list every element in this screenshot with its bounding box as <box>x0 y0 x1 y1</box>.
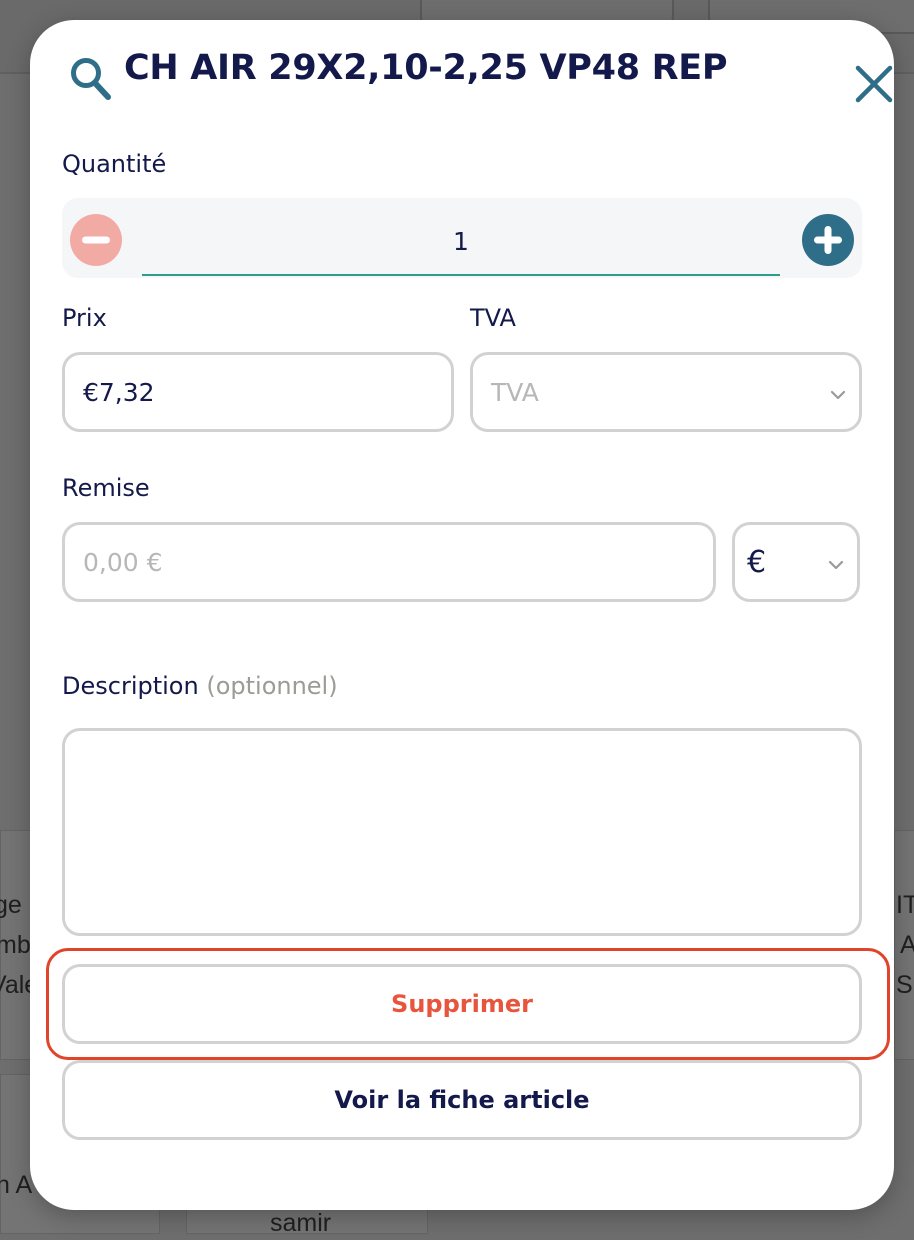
chevron-down-icon <box>827 556 845 570</box>
description-textarea[interactable] <box>62 728 862 936</box>
description-label-text: Description <box>62 672 199 700</box>
view-article-button[interactable]: Voir la fiche article <box>62 1060 862 1140</box>
background-text: S <box>896 971 913 999</box>
background-text: IT <box>896 891 914 919</box>
discount-input[interactable]: 0,00 € <box>62 522 716 602</box>
minus-circle-icon[interactable] <box>70 214 122 266</box>
discount-unit-value: € <box>747 544 767 580</box>
background-text: n A <box>0 1171 33 1199</box>
vat-select[interactable]: TVA <box>470 352 862 432</box>
search-icon <box>68 54 114 104</box>
price-input[interactable]: €7,32 <box>62 352 454 432</box>
discount-placeholder: 0,00 € <box>83 547 163 577</box>
discount-label: Remise <box>62 474 150 502</box>
background-text: ge <box>0 891 22 919</box>
delete-button[interactable]: Supprimer <box>62 964 862 1044</box>
quantity-label: Quantité <box>62 150 167 178</box>
quantity-stepper <box>62 198 862 278</box>
background-text: samir <box>270 1209 332 1237</box>
quantity-input[interactable] <box>142 208 780 276</box>
price-value: €7,32 <box>83 377 155 407</box>
price-label: Prix <box>62 304 107 332</box>
close-icon[interactable] <box>852 62 896 106</box>
plus-circle-icon[interactable] <box>802 214 854 266</box>
modal-title: CH AIR 29X2,10-2,25 VP48 REP <box>124 48 728 88</box>
description-label: Description (optionnel) <box>62 672 338 700</box>
edit-item-modal: CH AIR 29X2,10-2,25 VP48 REP Quantité P <box>30 20 894 1210</box>
background-text: mb <box>0 931 31 959</box>
modal-header: CH AIR 29X2,10-2,25 VP48 REP <box>68 38 893 108</box>
vat-placeholder: TVA <box>491 377 539 407</box>
discount-unit-select[interactable]: € <box>732 522 860 602</box>
chevron-down-icon <box>829 386 847 400</box>
background-text: A <box>900 931 914 959</box>
vat-label: TVA <box>470 304 516 332</box>
description-optional-hint: (optionnel) <box>206 672 338 700</box>
